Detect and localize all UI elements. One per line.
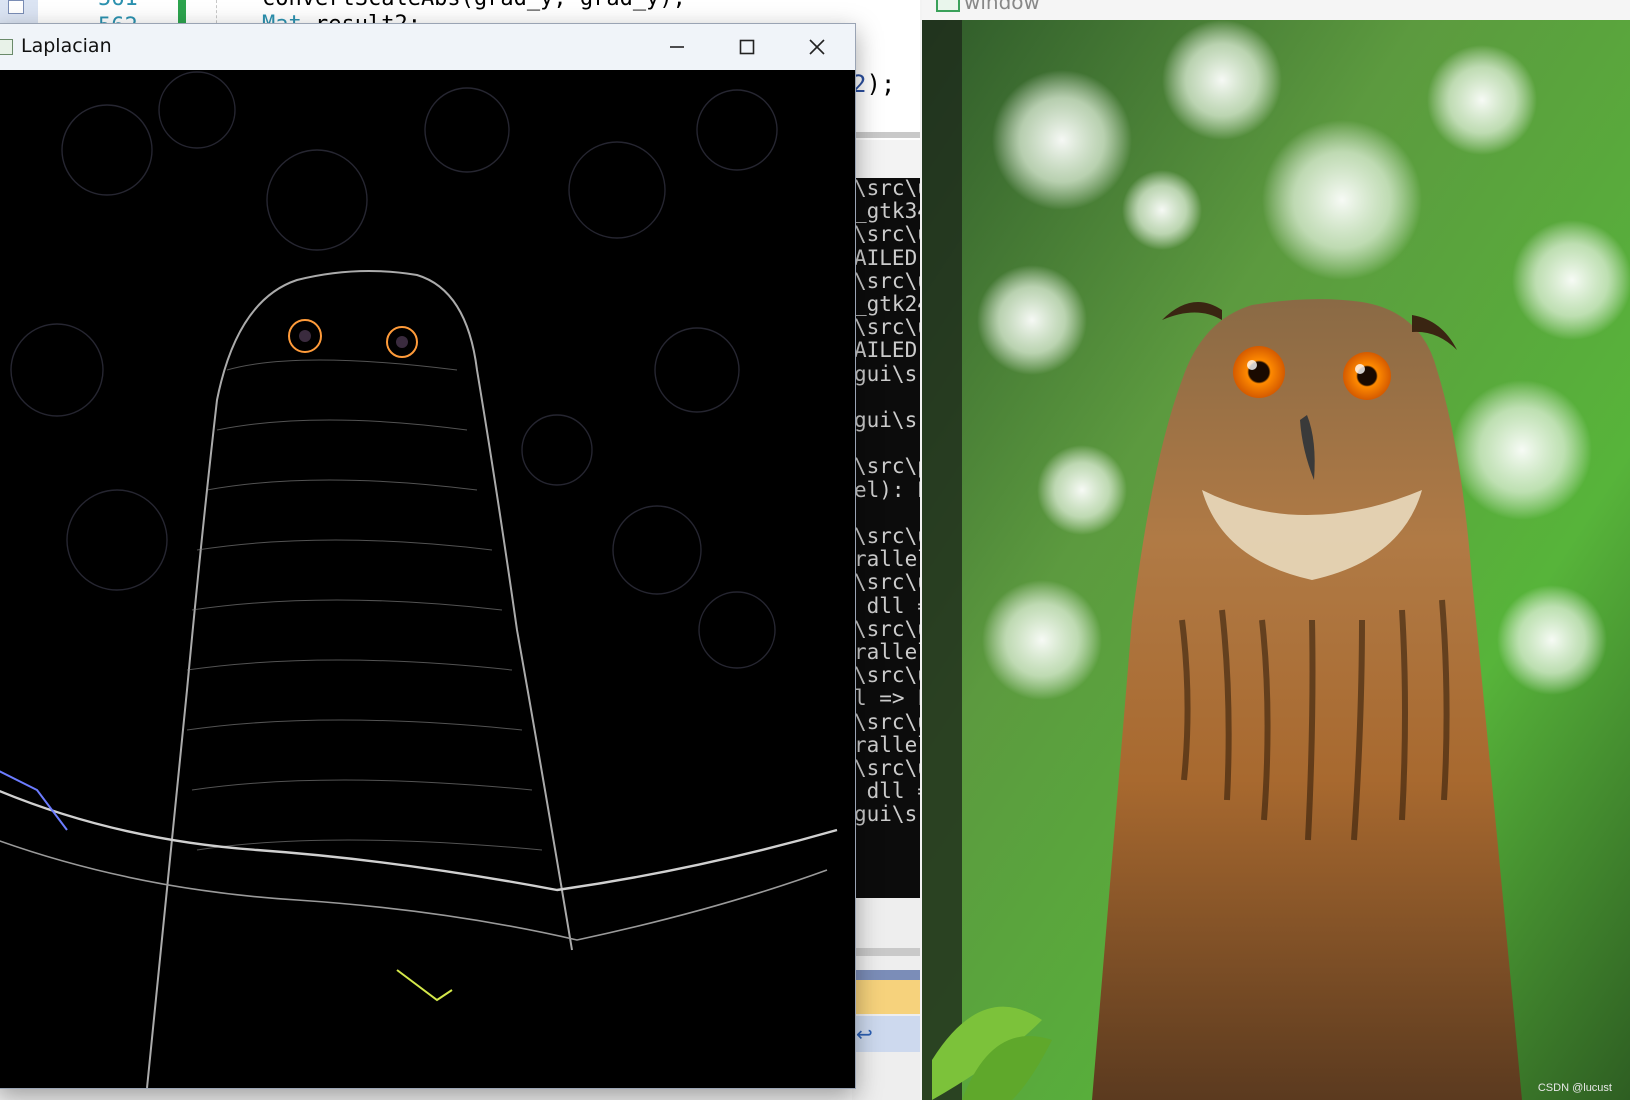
console-line: AILED [854, 245, 918, 270]
console-output: \src\u_gtk34\src\uAILED\src\u_gtk24\src\… [852, 178, 920, 898]
maximize-icon [739, 39, 755, 55]
console-line: \src\u [854, 222, 920, 247]
outline-toggle-icon[interactable] [8, 0, 24, 14]
console-line: \src\u [854, 709, 920, 734]
console-line: _gtk24 [854, 292, 920, 316]
console-line: gui\sr [854, 408, 920, 432]
close-icon [809, 39, 825, 55]
original-image-window[interactable]: window CSDN @lucust [922, 0, 1630, 1100]
code-text: convertScaleAbs(grad_y, grad_y); [262, 0, 686, 11]
console-line: \src\u [854, 524, 920, 548]
console-line: gui\sr [854, 361, 920, 386]
console-line: \src\pa [854, 454, 920, 479]
panel-divider [852, 948, 920, 956]
console-line: \src\u [854, 268, 920, 293]
console-line: l => FA [854, 686, 920, 711]
panel-highlight-row [852, 980, 920, 1014]
console-line: dll = [866, 779, 920, 804]
console-line: AILED [854, 338, 918, 363]
console-line: _gtk34 [854, 199, 920, 224]
console-line: \src\u [854, 616, 920, 641]
console-line: \src\u [854, 663, 920, 688]
console-line: gui\sr [854, 802, 920, 827]
code-line-tail: 2); [852, 70, 895, 98]
console-line: \src\u [854, 570, 920, 595]
watermark-text: CSDN @lucust [1537, 1082, 1612, 1094]
console-line: el): Er [854, 477, 920, 502]
app-icon [936, 0, 960, 12]
maximize-button[interactable] [712, 24, 782, 70]
console-line: \src\u [854, 756, 920, 780]
close-button[interactable] [782, 24, 852, 70]
window-titlebar[interactable]: window [922, 0, 1630, 20]
laplacian-window[interactable]: Laplacian [0, 23, 856, 1089]
console-line: rallel_ [854, 732, 920, 757]
minimize-icon [670, 46, 684, 48]
console-line: \src\u [854, 178, 920, 200]
minimize-button[interactable] [642, 24, 712, 70]
word-wrap-icon[interactable]: ↩ [856, 1022, 873, 1046]
console-line: dll = [866, 593, 920, 618]
panel-tab-strip[interactable] [852, 970, 920, 980]
line-number: 561 [98, 0, 138, 11]
horizontal-scrollbar[interactable] [850, 132, 920, 138]
owl-photo [922, 20, 1630, 1100]
output-panel: ↩ [852, 898, 920, 1100]
console-line: \src\u [854, 315, 920, 340]
console-line: rallel_ [854, 547, 920, 572]
window-title: Laplacian [21, 35, 112, 57]
window-titlebar[interactable]: Laplacian [0, 24, 855, 70]
code-text: ); [866, 70, 896, 98]
app-icon [0, 39, 13, 55]
window-title: window [964, 0, 1040, 14]
console-line: rallel_ [854, 640, 920, 664]
code-line[interactable]: convertScaleAbs(grad_y, grad_y); [262, 0, 686, 11]
laplacian-image [0, 70, 855, 1088]
